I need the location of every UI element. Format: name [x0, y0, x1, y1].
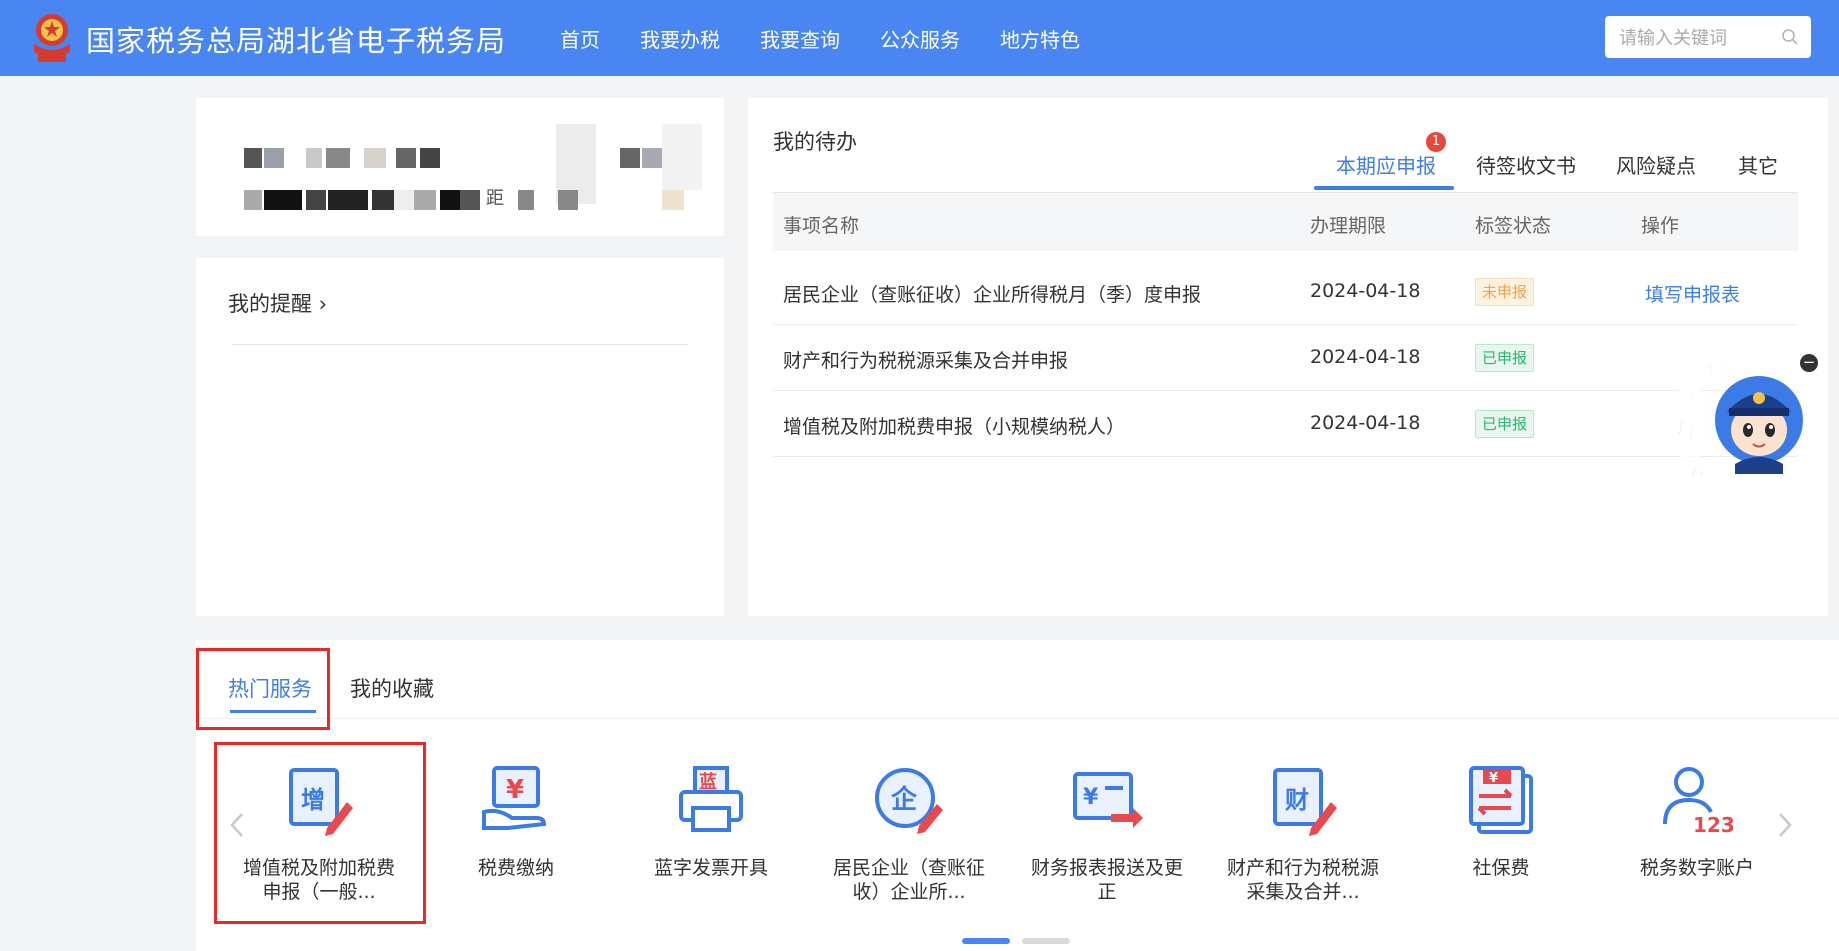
mascot-char: 纳	[1677, 382, 1703, 413]
carousel-dot[interactable]	[1022, 938, 1070, 944]
table-header: 事项名称 办理期限 标签状态 操作	[773, 192, 1798, 251]
search-input[interactable]	[1617, 16, 1781, 60]
nav-handle-tax[interactable]: 我要办税	[640, 24, 720, 53]
service-enterprise-income-tax[interactable]: 企 居民企业（查账征收）企业所...	[824, 762, 994, 922]
deadline: 2024-04-18	[1310, 280, 1421, 302]
svg-text:¥: ¥	[1083, 785, 1099, 810]
todo-title: 我的待办	[773, 130, 857, 154]
tax-emblem-icon[interactable]	[30, 10, 74, 66]
fill-declaration-link[interactable]: 填写申报表	[1645, 280, 1740, 307]
svg-text:123: 123	[1693, 813, 1735, 837]
mascot-char: 互	[1673, 417, 1699, 447]
deadline: 2024-04-18	[1310, 346, 1421, 368]
table-row: 增值税及附加税费申报（小规模纳税人） 2024-04-18 已申报	[773, 390, 1798, 457]
search-box	[1605, 16, 1811, 60]
service-label: 蓝字发票开具	[653, 857, 768, 879]
col-status: 标签状态	[1475, 215, 1552, 237]
service-tax-payment[interactable]: ¥ 税费缴纳	[431, 762, 601, 922]
digital-account-icon: 123	[1663, 767, 1735, 837]
notification-badge: 1	[1426, 132, 1446, 152]
enterprise-tax-icon: 企	[875, 768, 943, 834]
svg-text:蓝: 蓝	[699, 772, 717, 793]
reminder-card: 我的提醒 ›	[196, 258, 724, 616]
highlight-box	[196, 648, 330, 730]
deadline-prefix: 距	[486, 188, 504, 209]
site-title[interactable]: 国家税务总局湖北省电子税务局	[86, 18, 506, 60]
invoice-printer-icon: 蓝	[679, 766, 743, 832]
nav-local-features[interactable]: 地方特色	[1000, 24, 1080, 53]
service-vat-declaration[interactable]: 增 增值税及附加税费申报（一般...	[234, 762, 404, 922]
service-label: 增值税及附加税费申报（一般...	[242, 857, 395, 903]
service-label: 税务数字账户	[1639, 857, 1754, 879]
status-badge: 已申报	[1475, 344, 1535, 372]
service-label: 居民企业（查账征收）企业所...	[832, 857, 985, 903]
service-financial-report[interactable]: ¥ 财务报表报送及更正	[1022, 762, 1192, 922]
item-name: 增值税及附加税费申报（小规模纳税人）	[783, 416, 1126, 438]
table-row: 居民企业（查账征收）企业所得税月（季）度申报 2024-04-18 未申报 填写…	[773, 258, 1798, 325]
service-social-security[interactable]: ¥ 社保费	[1416, 762, 1586, 922]
service-label: 税费缴纳	[477, 857, 554, 879]
svg-text:¥: ¥	[506, 775, 524, 805]
nav-query[interactable]: 我要查询	[760, 24, 840, 53]
service-panel: 热门服务 我的收藏 增 增值税及附加税费申报（一般... ¥ 税费缴纳 蓝 蓝字…	[196, 640, 1839, 951]
mascot-char: 动	[1679, 451, 1705, 481]
search-icon[interactable]	[1781, 28, 1799, 46]
divider	[232, 344, 688, 345]
service-digital-account[interactable]: 123 税务数字账户	[1612, 762, 1782, 922]
service-property-tax[interactable]: 财 财产和行为税税源采集及合并...	[1218, 762, 1388, 922]
service-blue-invoice[interactable]: 蓝 蓝字发票开具	[626, 762, 796, 922]
svg-text:¥: ¥	[1489, 771, 1498, 786]
nav-home[interactable]: 首页	[560, 24, 600, 53]
vat-declare-icon: 增	[289, 768, 353, 836]
service-label: 财务报表报送及更正	[1030, 857, 1183, 903]
carousel-dot-active[interactable]	[962, 938, 1010, 944]
reminder-title-link[interactable]: 我的提醒 ›	[228, 288, 327, 318]
active-tab-indicator	[1314, 186, 1454, 190]
item-name: 财产和行为税税源采集及合并申报	[783, 350, 1069, 372]
item-name: 居民企业（查账征收）企业所得税月（季）度申报	[783, 284, 1202, 306]
tab-risk-points[interactable]: 风险疑点	[1616, 150, 1696, 179]
tax-payment-icon: ¥	[482, 766, 547, 830]
user-info-card: 距	[196, 98, 724, 236]
mascot-close-button[interactable]: −	[1800, 354, 1818, 372]
tab-pending-documents[interactable]: 待签收文书	[1476, 150, 1576, 179]
tab-my-favorites[interactable]: 我的收藏	[350, 673, 434, 703]
status-badge: 未申报	[1475, 278, 1535, 306]
col-item-name: 事项名称	[783, 215, 860, 237]
top-header: 国家税务总局湖北省电子税务局 首页 我要办税 我要查询 公众服务 地方特色	[0, 0, 1839, 76]
svg-text:财: 财	[1285, 786, 1309, 814]
social-security-icon: ¥	[1469, 766, 1533, 834]
service-label: 社保费	[1472, 857, 1530, 879]
main-nav: 首页 我要办税 我要查询 公众服务 地方特色	[560, 0, 1120, 76]
svg-text:增: 增	[301, 786, 325, 814]
status-badge: 已申报	[1475, 410, 1535, 438]
tab-current-declaration[interactable]: 本期应申报	[1336, 150, 1436, 179]
col-deadline: 办理期限	[1310, 215, 1387, 237]
divider	[196, 718, 1839, 719]
mascot-char: 征	[1705, 353, 1731, 383]
tax-interaction-mascot[interactable]: 征 纳 互 动	[1655, 350, 1805, 490]
col-action: 操作	[1641, 215, 1680, 237]
service-label: 财产和行为税税源采集及合并...	[1226, 857, 1379, 903]
financial-report-icon: ¥	[1073, 772, 1143, 828]
tab-other[interactable]: 其它	[1738, 150, 1778, 179]
table-row: 财产和行为税税源采集及合并申报 2024-04-18 已申报	[773, 324, 1798, 391]
property-tax-icon: 财	[1273, 768, 1337, 836]
nav-public-service[interactable]: 公众服务	[880, 24, 960, 53]
deadline: 2024-04-18	[1310, 412, 1421, 434]
svg-text:企: 企	[891, 784, 918, 815]
